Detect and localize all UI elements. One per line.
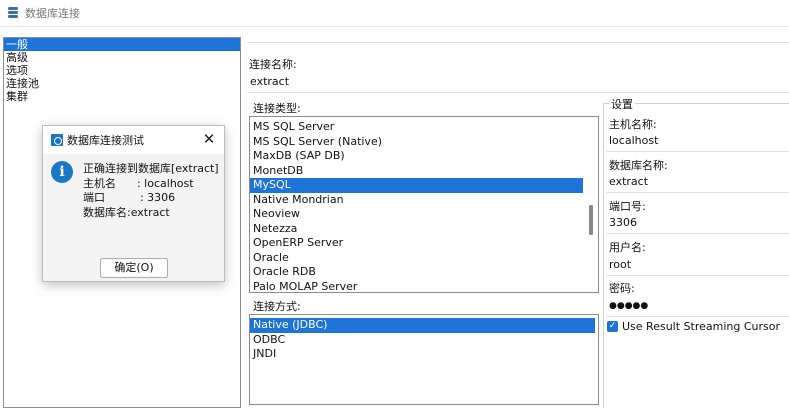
password-input[interactable]: ●●●●●: [606, 297, 789, 317]
nav-item-options[interactable]: 选项: [4, 64, 240, 77]
connection-name-input[interactable]: extract: [247, 73, 789, 93]
list-item[interactable]: MS SQL Server: [250, 120, 598, 135]
database-name-input[interactable]: extract: [606, 173, 789, 193]
list-item-selected[interactable]: Native (JDBC): [250, 318, 595, 333]
ok-button[interactable]: 确定(O): [100, 258, 168, 278]
database-name-label: 数据库名称:: [609, 159, 668, 172]
access-method-label: 连接方式:: [253, 300, 301, 313]
list-item-selected[interactable]: MySQL: [250, 178, 583, 193]
list-item[interactable]: Palo MOLAP Server: [250, 280, 598, 293]
list-item[interactable]: OpenERP Server: [250, 236, 598, 251]
message-line: 端口 : 3306: [83, 191, 176, 204]
list-item[interactable]: MonetDB: [250, 164, 598, 179]
port-label: 端口号:: [609, 200, 646, 213]
password-label: 密码:: [609, 282, 635, 295]
app-icon: [51, 134, 63, 146]
nav-item-clustering[interactable]: 集群: [4, 90, 240, 103]
window-title: 数据库连接: [25, 7, 80, 20]
list-item[interactable]: Oracle: [250, 251, 598, 266]
list-item[interactable]: Native Mondrian: [250, 193, 598, 208]
settings-group-label: 设置: [609, 96, 635, 112]
dialog-titlebar: 数据库连接测试: [43, 126, 224, 154]
divider: [247, 42, 789, 43]
nav-item-advanced[interactable]: 高级: [4, 51, 240, 64]
streaming-cursor-label: Use Result Streaming Cursor: [622, 320, 780, 333]
connection-type-list[interactable]: MS SQL Server MS SQL Server (Native) Max…: [249, 116, 599, 293]
list-item[interactable]: Netezza: [250, 222, 598, 237]
window-titlebar: 数据库连接: [0, 0, 789, 27]
close-icon[interactable]: ✕: [202, 130, 216, 148]
list-item[interactable]: MaxDB (SAP DB): [250, 149, 598, 164]
connection-type-label: 连接类型:: [253, 102, 301, 115]
port-input[interactable]: 3306: [606, 214, 789, 234]
database-icon: [6, 6, 20, 20]
dialog-title: 数据库连接测试: [67, 134, 144, 147]
host-input[interactable]: localhost: [606, 132, 789, 152]
scrollbar-thumb[interactable]: [589, 205, 593, 235]
message-line: 主机名 : localhost: [83, 176, 194, 190]
dialog-message: 正确连接到数据库[extract] 主机名 : localhost 端口 : 3…: [83, 162, 219, 220]
message-line: 数据库名:extract: [83, 205, 170, 219]
username-label: 用户名:: [609, 241, 646, 254]
streaming-cursor-checkbox[interactable]: ✓: [607, 321, 618, 332]
info-icon: i: [51, 161, 73, 183]
nav-item-pooling[interactable]: 连接池: [4, 77, 240, 90]
list-item[interactable]: Oracle RDB: [250, 265, 598, 280]
access-method-list[interactable]: Native (JDBC) ODBC JNDI: [249, 314, 599, 405]
connection-name-label: 连接名称:: [249, 58, 297, 71]
list-item[interactable]: JNDI: [250, 347, 598, 362]
nav-item-general[interactable]: 一般: [4, 38, 240, 51]
host-label: 主机名称:: [609, 118, 657, 131]
username-input[interactable]: root: [606, 256, 789, 276]
message-line: 正确连接到数据库[extract]: [83, 162, 219, 175]
list-item[interactable]: Neoview: [250, 207, 598, 222]
list-item[interactable]: ODBC: [250, 333, 598, 348]
connection-test-dialog: 数据库连接测试 ✕ i 正确连接到数据库[extract] 主机名 : loca…: [42, 125, 225, 282]
list-item[interactable]: MS SQL Server (Native): [250, 135, 598, 150]
